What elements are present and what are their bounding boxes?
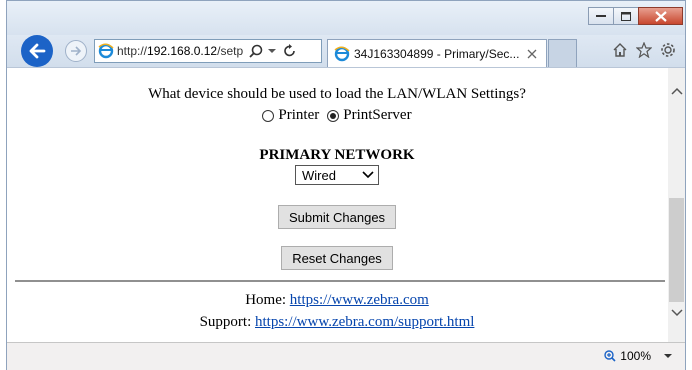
back-button[interactable] [21,35,53,67]
address-url: http://192.168.0.12/setp [117,44,244,58]
dropdown-arrow-icon[interactable] [267,47,277,55]
primary-network-select[interactable]: Wired [295,165,379,185]
chevron-down-icon [670,308,683,316]
settings-button[interactable] [659,41,677,59]
support-link[interactable]: https://www.zebra.com/support.html [255,314,474,330]
zoom-dropdown-icon[interactable] [663,353,673,359]
reset-changes-button[interactable]: Reset Changes [281,246,393,270]
browser-window: http://192.168.0.12/setp 34J163304899 - … [6,0,686,370]
home-line: Home: https://www.zebra.com [7,292,667,309]
printserver-radio[interactable] [327,109,340,122]
navigation-toolbar: http://192.168.0.12/setp 34J163304899 - … [7,35,685,67]
home-label: Home: [245,292,287,308]
printserver-radio-label[interactable]: PrintServer [343,107,411,124]
search-icon[interactable] [249,44,263,58]
select-value: Wired [302,167,336,183]
chevron-down-icon [362,171,374,179]
forward-arrow-icon [71,46,82,56]
page-content: What device should be used to load the L… [7,67,685,342]
ie-tab-icon [334,46,350,61]
ie-page-icon [98,43,114,59]
favorites-button[interactable] [635,41,653,59]
scroll-down-button[interactable] [668,304,685,321]
forward-button[interactable] [65,40,87,62]
printer-radio[interactable] [262,109,275,122]
support-line: Support: https://www.zebra.com/support.h… [7,314,667,331]
device-radio-group: Printer PrintServer [7,107,667,124]
home-icon [613,43,627,57]
submit-changes-button[interactable]: Submit Changes [277,205,397,229]
gear-icon [661,43,675,57]
address-bar[interactable]: http://192.168.0.12/setp [94,39,322,63]
tab-active[interactable]: 34J163304899 - Primary/Sec... [327,39,547,67]
vertical-scrollbar[interactable] [668,68,685,342]
close-icon [654,10,667,22]
title-bar [7,1,685,35]
zoom-level: 100% [620,349,651,363]
minimize-icon [596,15,606,17]
scrollbar-thumb[interactable] [669,198,684,302]
refresh-icon[interactable] [283,44,297,58]
new-tab-button[interactable] [548,39,577,67]
support-label: Support: [199,314,252,330]
printer-radio-label[interactable]: Printer [278,107,319,124]
home-button[interactable] [611,41,629,59]
maximize-icon [621,11,631,21]
home-link[interactable]: https://www.zebra.com [290,292,429,308]
zoom-icon [604,350,616,362]
minimize-button[interactable] [588,7,614,25]
close-tab-icon[interactable] [527,49,537,59]
scroll-up-button[interactable] [668,82,685,99]
primary-network-heading: PRIMARY NETWORK [259,147,415,163]
chevron-up-icon [670,87,683,95]
status-bar: 100% [7,342,685,370]
device-question: What device should be used to load the L… [148,86,526,102]
back-arrow-icon [29,43,46,59]
zoom-control[interactable]: 100% [604,349,673,363]
tab-title: 34J163304899 - Primary/Sec... [354,46,520,61]
star-icon [636,42,652,58]
maximize-button[interactable] [613,7,639,25]
close-window-button[interactable] [638,7,683,25]
divider [15,280,665,282]
